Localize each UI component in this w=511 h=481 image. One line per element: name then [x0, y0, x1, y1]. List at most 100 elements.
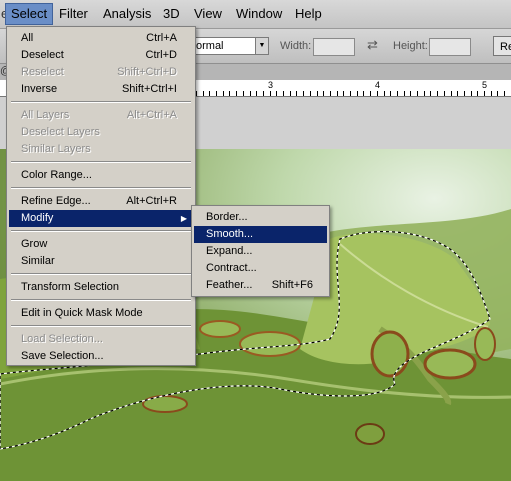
menu-item-shortcut: Ctrl+A [146, 32, 177, 44]
ruler-tick [303, 91, 304, 96]
menu-select[interactable]: Select [5, 3, 54, 25]
menu-separator [11, 161, 191, 163]
ruler-tick [504, 91, 505, 96]
select-menu-item[interactable]: Refine Edge... Alt+Ctrl+R [9, 193, 193, 210]
select-menu-item[interactable]: Load Selection... [9, 331, 193, 348]
ruler-tick [471, 91, 472, 96]
ruler-tick [424, 91, 425, 96]
select-menu-item[interactable]: Grow [9, 236, 193, 253]
modify-menu-item[interactable]: Border... [194, 209, 327, 226]
ruler-tick [437, 91, 438, 96]
select-menu-item[interactable]: Deselect Layers [9, 124, 193, 141]
ruler-tick [350, 91, 351, 96]
menu-item-label: Refine Edge... [21, 195, 91, 207]
height-label: Height: [393, 40, 428, 52]
select-menu-item[interactable]: Edit in Quick Mask Mode [9, 305, 193, 322]
select-menu-item[interactable]: Reselect Shift+Ctrl+D [9, 64, 193, 81]
ruler-tick [229, 91, 230, 96]
select-menu-item[interactable]: Transform Selection [9, 279, 193, 296]
select-menu-item[interactable]: Color Range... [9, 167, 193, 184]
refine-edge-button[interactable]: Re [493, 36, 511, 56]
select-menu-item[interactable]: Similar Layers [9, 141, 193, 158]
menu-item-label: Border... [206, 211, 248, 223]
menu-separator [11, 273, 191, 275]
ruler-tick [337, 91, 338, 96]
menu-analysis[interactable]: Analysis [98, 4, 156, 24]
ruler-tick [477, 91, 478, 96]
modify-menu-item[interactable]: Contract... [194, 260, 327, 277]
ruler-tick [236, 91, 237, 96]
menu-separator [11, 101, 191, 103]
menu-item-label: Save Selection... [21, 350, 104, 362]
select-menu-item[interactable]: Inverse Shift+Ctrl+I [9, 81, 193, 98]
menu-item-label: Contract... [206, 262, 257, 274]
select-menu-item[interactable]: All Layers Alt+Ctrl+A [9, 107, 193, 124]
menu-item-label: Load Selection... [21, 333, 103, 345]
chevron-down-icon: ▼ [255, 38, 268, 54]
menu-item-label: Smooth... [206, 228, 254, 240]
ruler-tick [223, 91, 224, 96]
ruler-tick [444, 91, 445, 96]
select-menu: All Ctrl+A Deselect Ctrl+D Reselect Shift+Ctr… [6, 26, 196, 366]
menu-3d[interactable]: 3D [158, 4, 185, 24]
height-field[interactable] [429, 38, 471, 56]
style-select[interactable]: ormal ▼ [195, 37, 269, 55]
ruler-tick [410, 91, 411, 96]
menu-item-label: Transform Selection [21, 281, 120, 293]
select-menu-item[interactable]: Similar [9, 253, 193, 270]
ruler-tick [457, 91, 458, 96]
select-menu-item[interactable]: Save Selection... [9, 348, 193, 365]
menu-separator [11, 187, 191, 189]
menu-item-label: All [21, 32, 34, 44]
menu-separator [11, 230, 191, 232]
ruler-tick [330, 91, 331, 96]
modify-menu-item[interactable]: Smooth... [194, 226, 327, 243]
ruler-tick [343, 91, 344, 96]
ruler-label: 5 [482, 80, 488, 90]
ruler-tick [310, 91, 311, 96]
menu-view[interactable]: View [189, 4, 227, 24]
submenu-arrow-icon: ▶ [180, 214, 187, 223]
modify-menu-item[interactable]: Expand... [194, 243, 327, 260]
menu-separator [11, 299, 191, 301]
menu-item-label: Inverse [21, 83, 58, 95]
ruler-tick [357, 91, 358, 96]
menu-item-shortcut: Shift+F6 [271, 279, 313, 291]
width-field[interactable] [313, 38, 355, 56]
menu-help[interactable]: Help [290, 4, 327, 24]
menu-item-label: Reselect [21, 66, 64, 78]
modify-menu-item[interactable]: Feather... Shift+F6 [194, 277, 327, 294]
ruler-tick [296, 91, 297, 96]
ruler-tick [263, 91, 264, 96]
ruler-label: 4 [375, 80, 381, 90]
menu-item-label: All Layers [21, 109, 70, 121]
width-label: Width: [280, 40, 312, 52]
menu-item-label: Similar Layers [21, 143, 91, 155]
menu-window[interactable]: Window [231, 4, 287, 24]
menu-item-label: Deselect Layers [21, 126, 100, 138]
menu-item-label: Color Range... [21, 169, 92, 181]
ruler-label: 3 [268, 80, 274, 90]
ruler-tick [430, 91, 431, 96]
select-menu-item[interactable]: Modify ▶ [9, 210, 193, 227]
swap-icon[interactable]: ⇄ [367, 37, 378, 53]
menu-item-label: Similar [21, 255, 55, 267]
menu-item-shortcut: Shift+Ctrl+D [117, 66, 177, 78]
ruler-tick [283, 91, 284, 96]
ruler-tick [243, 91, 244, 96]
ruler-tick [451, 91, 452, 96]
menu-item-label: Edit in Quick Mask Mode [21, 307, 143, 319]
menu-item-label: Grow [21, 238, 48, 250]
ruler-tick [196, 91, 197, 96]
ruler-tick [290, 91, 291, 96]
menu-filter[interactable]: Filter [54, 4, 93, 24]
style-select-value: ormal [196, 40, 224, 52]
ruler-tick [256, 91, 257, 96]
menu-bar: ea Select Filter Analysis 3D View Window… [0, 0, 511, 29]
select-menu-item[interactable]: All Ctrl+A [9, 30, 193, 47]
select-menu-item[interactable]: Deselect Ctrl+D [9, 47, 193, 64]
menu-item-label: Expand... [206, 245, 253, 257]
ruler-tick [390, 91, 391, 96]
ruler-tick [384, 91, 385, 96]
ruler-tick [370, 91, 371, 96]
